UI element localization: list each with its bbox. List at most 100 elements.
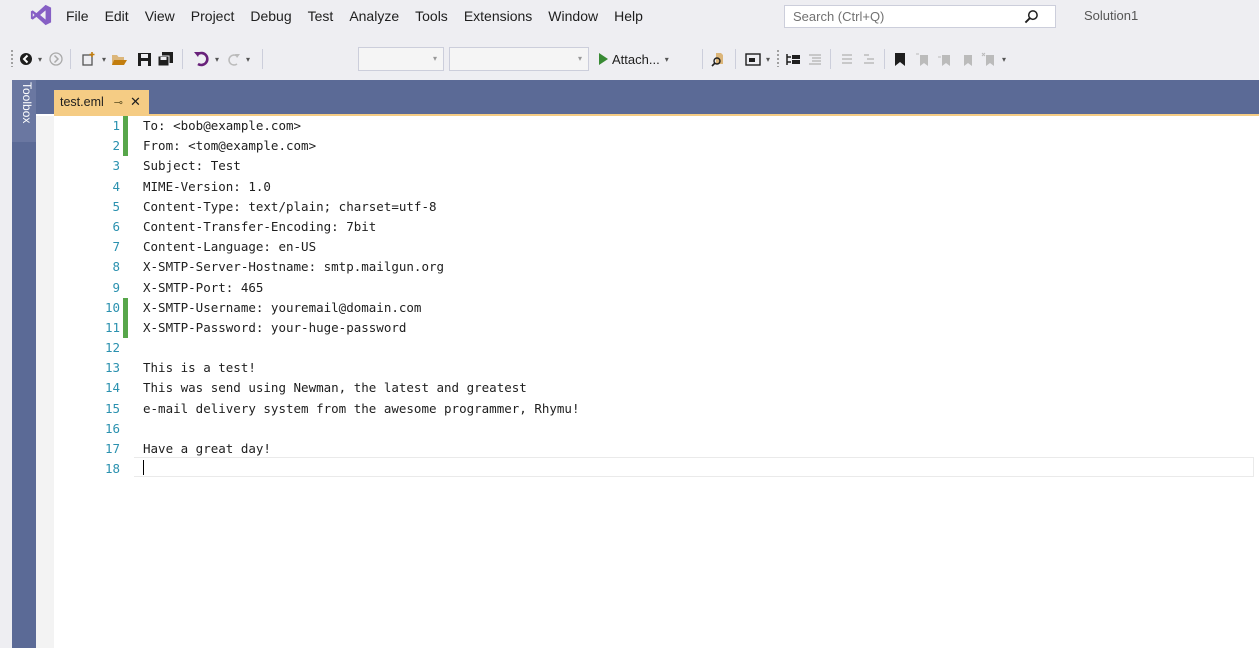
change-tracking-marker xyxy=(123,237,128,257)
change-tracking-marker xyxy=(123,399,128,419)
toolbar-separator xyxy=(702,49,703,69)
menu-view[interactable]: View xyxy=(145,8,175,24)
redo-icon[interactable] xyxy=(225,50,241,68)
solution-name: Solution1 xyxy=(1084,8,1139,23)
menu-extensions[interactable]: Extensions xyxy=(464,8,532,24)
editor-left-margin xyxy=(36,116,54,648)
save-all-icon[interactable] xyxy=(156,50,174,68)
toolbar-separator xyxy=(830,49,831,69)
toolbar-grip[interactable] xyxy=(10,49,14,67)
navigate-back-icon[interactable] xyxy=(18,50,34,68)
change-tracking-marker xyxy=(123,278,128,298)
solution-configurations-dropdown[interactable]: ▾ xyxy=(358,47,444,71)
comment-lines-icon[interactable] xyxy=(838,50,856,68)
change-tracking-marker xyxy=(123,156,128,176)
code-text: This was send using Newman, the latest a… xyxy=(143,380,527,396)
line-number: 9 xyxy=(112,279,120,295)
open-folder-icon[interactable] xyxy=(110,50,128,68)
chevron-down-icon[interactable]: ▾ xyxy=(36,50,44,68)
menu-window[interactable]: Window xyxy=(548,8,598,24)
chevron-down-icon[interactable]: ▾ xyxy=(764,50,772,68)
bookmark-icon[interactable] xyxy=(892,50,908,68)
line-number: 15 xyxy=(104,400,120,416)
close-icon[interactable]: ✕ xyxy=(130,94,141,110)
menu-items: File Edit View Project Debug Test Analyz… xyxy=(66,8,659,24)
change-tracking-marker xyxy=(123,136,128,157)
previous-bookmark-icon[interactable] xyxy=(914,50,930,68)
menu-tools[interactable]: Tools xyxy=(415,8,448,24)
menu-analyze[interactable]: Analyze xyxy=(349,8,399,24)
line-number: 10 xyxy=(104,299,120,315)
attach-button[interactable]: Attach... ▾ xyxy=(598,50,690,68)
toolbar-separator xyxy=(735,49,736,69)
tab-test-eml[interactable]: test.eml ⊸ ✕ xyxy=(54,90,149,114)
change-tracking-marker xyxy=(123,197,128,217)
line-number: 13 xyxy=(104,360,120,376)
next-bookmark-icon[interactable] xyxy=(936,50,952,68)
next-bookmark-in-folder-icon[interactable] xyxy=(958,50,974,68)
window-layout-icon[interactable] xyxy=(744,50,762,68)
code-text: X-SMTP-Username: youremail@domain.com xyxy=(143,299,422,315)
toolbar-overflow-icon[interactable]: ▾ xyxy=(1000,50,1008,68)
save-icon[interactable] xyxy=(136,50,152,68)
menu-project[interactable]: Project xyxy=(191,8,235,24)
line-number: 16 xyxy=(104,420,120,436)
line-number: 18 xyxy=(104,461,120,477)
toolbar-grip[interactable] xyxy=(776,49,780,67)
toolbox-label: Toolbox xyxy=(20,82,34,124)
clear-bookmarks-icon[interactable] xyxy=(980,50,996,68)
code-text: Content-Transfer-Encoding: 7bit xyxy=(143,218,377,234)
chevron-down-icon: ▾ xyxy=(664,54,669,64)
chevron-down-icon[interactable]: ▾ xyxy=(213,50,221,68)
format-document-icon[interactable] xyxy=(806,50,824,68)
change-tracking-marker xyxy=(123,177,128,197)
toolbar-separator xyxy=(262,49,263,69)
text-caret xyxy=(143,460,144,475)
chevron-down-icon[interactable]: ▾ xyxy=(100,50,108,68)
change-tracking-marker xyxy=(123,217,128,237)
toolbar-separator xyxy=(70,49,71,69)
pin-icon[interactable]: ⊸ xyxy=(114,96,123,109)
code-editor[interactable]: 1 To: <bob@example.com> 2 From: <tom@exampl… xyxy=(36,116,1259,648)
find-in-files-icon[interactable] xyxy=(710,50,728,68)
change-tracking-marker xyxy=(123,297,128,318)
menu-debug[interactable]: Debug xyxy=(250,8,291,24)
line-number: 4 xyxy=(112,178,120,194)
line-number: 5 xyxy=(112,198,120,214)
code-text: To: <bob@example.com> xyxy=(143,118,302,133)
code-text: Content-Type: text/plain; charset=utf-8 xyxy=(143,198,437,214)
line-number: 6 xyxy=(112,218,120,234)
toolbox-tab[interactable]: Toolbox xyxy=(12,80,36,648)
change-tracking-marker xyxy=(123,338,128,358)
new-project-icon[interactable] xyxy=(80,50,98,68)
code-text: X-SMTP-Server-Hostname: smtp.mailgun.org xyxy=(143,259,445,275)
navigate-forward-icon[interactable] xyxy=(48,50,64,68)
left-dock xyxy=(0,80,12,648)
tab-label: test.eml xyxy=(60,95,104,109)
line-number: 8 xyxy=(112,259,120,275)
toolbar-separator xyxy=(182,49,183,69)
solution-platforms-dropdown[interactable]: ▾ xyxy=(449,47,589,71)
code-text: Subject: Test xyxy=(143,158,241,174)
change-tracking-marker xyxy=(123,439,128,459)
code-text: X-SMTP-Port: 465 xyxy=(143,279,264,295)
search-icon[interactable] xyxy=(1024,9,1039,24)
change-tracking-marker xyxy=(123,317,128,339)
show-structure-icon[interactable] xyxy=(784,50,802,68)
code-text: Content-Language: en-US xyxy=(143,239,317,255)
search-input[interactable]: Search (Ctrl+Q) xyxy=(784,5,1056,28)
menu-file[interactable]: File xyxy=(66,8,89,24)
chevron-down-icon[interactable]: ▾ xyxy=(244,50,252,68)
code-text: X-SMTP-Password: your-huge-password xyxy=(143,319,407,335)
undo-icon[interactable] xyxy=(192,50,210,68)
menu-test[interactable]: Test xyxy=(308,8,334,24)
change-tracking-marker xyxy=(123,378,128,398)
change-tracking-marker xyxy=(123,358,128,378)
line-number: 11 xyxy=(104,319,120,335)
menu-help[interactable]: Help xyxy=(614,8,643,24)
visual-studio-logo-icon[interactable] xyxy=(30,4,52,26)
line-number: 17 xyxy=(104,441,120,456)
uncomment-lines-icon[interactable] xyxy=(860,50,878,68)
change-tracking-marker xyxy=(123,459,128,479)
menu-edit[interactable]: Edit xyxy=(105,8,129,24)
